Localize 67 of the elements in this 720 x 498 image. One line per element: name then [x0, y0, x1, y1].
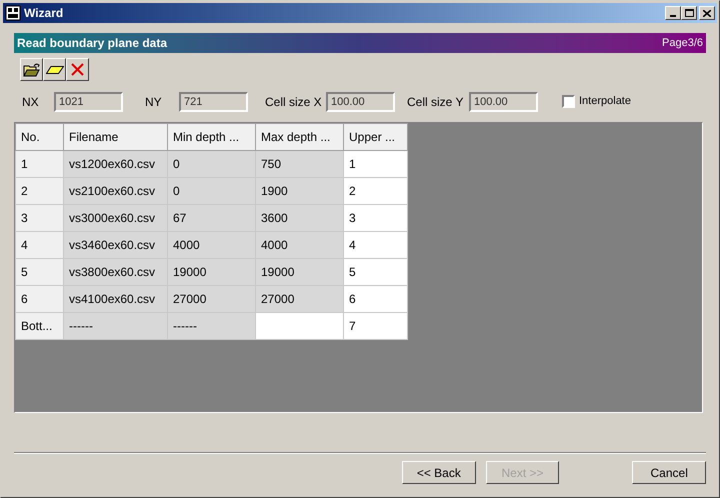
readonly-field[interactable]: 100.00 — [326, 92, 395, 112]
readonly-field[interactable]: 100.00 — [469, 92, 538, 112]
table-cell: vs2100ex60.csv — [64, 178, 168, 204]
row-header[interactable]: 1 — [16, 150, 64, 178]
close-button[interactable] — [699, 6, 715, 20]
readonly-field[interactable]: 721 — [179, 92, 248, 112]
table-cell: 0 — [168, 150, 256, 178]
field-label: Cell size Y — [407, 94, 464, 110]
row-header[interactable]: Bott... — [16, 312, 64, 340]
table-cell: ------ — [168, 312, 256, 340]
page-title: Read boundary plane data — [17, 35, 168, 52]
table-cell: 4 — [344, 232, 408, 258]
table-cell: 7 — [344, 312, 408, 340]
table-cell: 3600 — [256, 204, 344, 232]
table-cell: 27000 — [168, 286, 256, 312]
table-cell: vs3800ex60.csv — [64, 258, 168, 286]
table-cell: 4000 — [256, 232, 344, 258]
maximize-button[interactable] — [681, 6, 697, 20]
column-header[interactable]: Upper ... — [344, 124, 408, 150]
maximize-icon — [684, 9, 694, 17]
table-cell: 3 — [344, 204, 408, 232]
table-cell: 750 — [256, 150, 344, 178]
column-header[interactable]: Min depth ... — [168, 124, 256, 150]
checkbox[interactable] — [562, 95, 575, 108]
table-cell: 27000 — [256, 286, 344, 312]
minimize-button[interactable] — [665, 6, 681, 20]
table-cell: vs3000ex60.csv — [64, 204, 168, 232]
table-cell: 2 — [344, 178, 408, 204]
table-cell: 5 — [344, 258, 408, 286]
table-cell: 19000 — [168, 258, 256, 286]
plane-button[interactable] — [43, 58, 66, 81]
page-indicator: Page3/6 — [662, 36, 703, 51]
table-cell: 4000 — [168, 232, 256, 258]
table-cell: 1 — [344, 150, 408, 178]
delete-button[interactable] — [66, 58, 89, 81]
field-label: Cell size X — [265, 94, 323, 110]
table-cell: 19000 — [256, 258, 344, 286]
row-header[interactable]: 3 — [16, 204, 64, 232]
folder-icon — [23, 62, 40, 76]
table-cell: vs1200ex60.csv — [64, 150, 168, 178]
parallelogram-icon — [46, 66, 64, 74]
table-cell: 0 — [168, 178, 256, 204]
table-cell: vs3460ex60.csv — [64, 232, 168, 258]
column-header[interactable]: Filename — [64, 124, 168, 150]
field-label: NX — [22, 94, 40, 110]
wizard-button[interactable]: << Back — [402, 461, 476, 484]
wizard-button[interactable]: Cancel — [632, 461, 706, 484]
delete-icon — [71, 63, 84, 76]
open-button[interactable] — [20, 58, 43, 81]
field-label: NY — [145, 94, 163, 110]
checkbox-label: Interpolate — [579, 94, 631, 110]
table-cell: 1900 — [256, 178, 344, 204]
minimize-icon — [670, 15, 676, 17]
column-header[interactable]: Max depth ... — [256, 124, 344, 150]
column-header[interactable]: No. — [16, 124, 64, 150]
table-cell: 6 — [344, 286, 408, 312]
window-title: Wizard — [24, 5, 64, 22]
close-icon — [703, 10, 711, 16]
row-header[interactable]: 6 — [16, 286, 64, 312]
row-header[interactable]: 4 — [16, 232, 64, 258]
app-icon — [5, 5, 21, 21]
table-cell: vs4100ex60.csv — [64, 286, 168, 312]
row-header[interactable]: 2 — [16, 178, 64, 204]
table-cell: 67 — [168, 204, 256, 232]
readonly-field[interactable]: 1021 — [54, 92, 123, 112]
row-header[interactable]: 5 — [16, 258, 64, 286]
table-cell: ------ — [64, 312, 168, 340]
